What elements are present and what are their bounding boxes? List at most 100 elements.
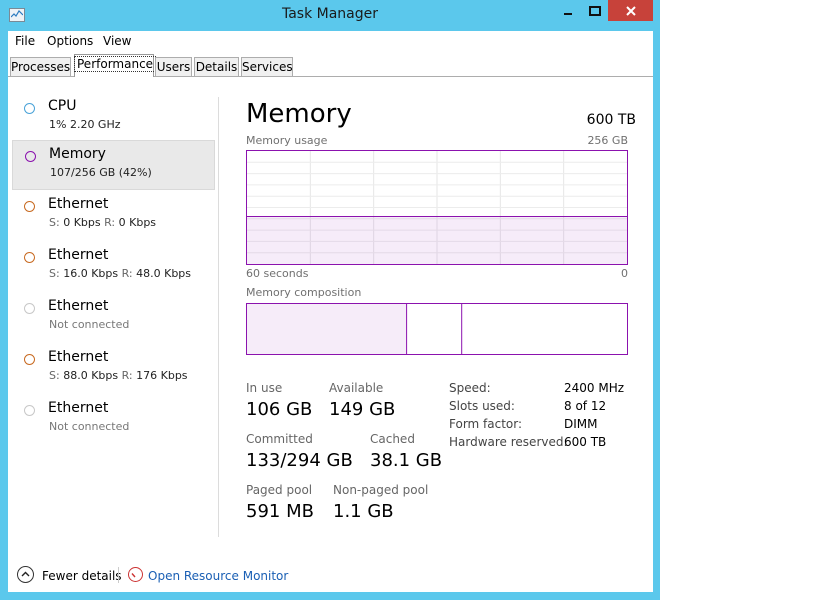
tab-users-label: Users bbox=[156, 60, 191, 74]
tab-strip: Processes Performance Users Details Serv… bbox=[8, 54, 653, 77]
tab-services-label: Services bbox=[242, 60, 293, 74]
task-manager-window: Task Manager File Options View Processes… bbox=[0, 0, 660, 600]
sidebar-item-subtitle: S: 0 Kbps R: 0 Kbps bbox=[49, 216, 156, 229]
committed-label: Committed bbox=[246, 432, 313, 446]
send-value: 16.0 Kbps bbox=[63, 267, 119, 280]
maximize-button[interactable] bbox=[581, 0, 608, 21]
cached-value: 38.1 GB bbox=[370, 450, 443, 471]
footer-separator bbox=[118, 567, 119, 583]
menu-view[interactable]: View bbox=[103, 34, 131, 48]
fewer-details-button[interactable]: Fewer details bbox=[42, 569, 122, 583]
in-use-value: 106 GB bbox=[246, 399, 313, 420]
send-label: S: bbox=[49, 267, 60, 280]
composition-in-use-segment[interactable] bbox=[247, 304, 407, 354]
sidebar-item-memory[interactable]: Memory 107/256 GB (42%) bbox=[12, 140, 215, 190]
sidebar-item-subtitle: S: 88.0 Kbps R: 176 Kbps bbox=[49, 369, 188, 382]
ethernet-graph-icon bbox=[24, 303, 35, 314]
spec-speed-label: Speed: bbox=[449, 381, 491, 395]
receive-label: R: bbox=[121, 267, 133, 280]
sidebar-item-title: Ethernet bbox=[48, 349, 109, 365]
spec-hardware-reserved-label: Hardware reserved: bbox=[449, 435, 568, 449]
send-label: S: bbox=[49, 369, 60, 382]
tab-details[interactable]: Details bbox=[194, 57, 239, 76]
sidebar-item-title: CPU bbox=[48, 98, 77, 114]
sidebar-item-title: Ethernet bbox=[48, 247, 109, 263]
sidebar-divider bbox=[218, 97, 219, 537]
ethernet-graph-icon bbox=[24, 354, 35, 365]
maximize-icon bbox=[588, 5, 601, 16]
window-client-area: File Options View Processes Performance … bbox=[8, 31, 653, 592]
sidebar-item-subtitle: S: 16.0 Kbps R: 48.0 Kbps bbox=[49, 267, 191, 280]
in-use-label: In use bbox=[246, 381, 283, 395]
available-label: Available bbox=[329, 381, 384, 395]
cached-label: Cached bbox=[370, 432, 415, 446]
memory-composition-canvas bbox=[247, 304, 463, 354]
close-icon bbox=[625, 5, 636, 16]
spec-slots-label: Slots used: bbox=[449, 399, 515, 413]
memory-composition-label: Memory composition bbox=[246, 286, 362, 299]
sidebar-item-title: Ethernet bbox=[48, 400, 109, 416]
sidebar-item-ethernet-5[interactable]: Ethernet Not connected bbox=[12, 395, 215, 445]
non-paged-pool-label: Non-paged pool bbox=[333, 483, 429, 497]
tab-details-label: Details bbox=[195, 60, 238, 74]
ethernet-graph-icon bbox=[24, 252, 35, 263]
memory-graph-icon bbox=[25, 151, 36, 162]
performance-page: CPU 1% 2.20 GHz Memory 107/256 GB (42%) … bbox=[8, 77, 653, 592]
sidebar-item-subtitle: 1% 2.20 GHz bbox=[49, 118, 121, 131]
sidebar-item-title: Ethernet bbox=[48, 196, 109, 212]
footer-bar: Fewer details Open Resource Monitor bbox=[8, 558, 653, 592]
tab-services[interactable]: Services bbox=[241, 57, 293, 76]
menu-bar: File Options View bbox=[8, 31, 653, 51]
tab-users[interactable]: Users bbox=[155, 57, 192, 76]
sidebar-item-title: Ethernet bbox=[48, 298, 109, 314]
sidebar-item-ethernet-4[interactable]: Ethernet S: 88.0 Kbps R: 176 Kbps bbox=[12, 344, 215, 394]
tab-processes[interactable]: Processes bbox=[10, 57, 71, 76]
available-value: 149 GB bbox=[329, 399, 396, 420]
committed-value: 133/294 GB bbox=[246, 450, 353, 471]
receive-value: 0 Kbps bbox=[118, 216, 157, 229]
send-value: 0 Kbps bbox=[63, 216, 101, 229]
memory-total: 600 TB bbox=[586, 112, 636, 128]
menu-options[interactable]: Options bbox=[47, 34, 93, 48]
memory-usage-graph-canvas bbox=[247, 151, 627, 264]
open-resource-monitor-link[interactable]: Open Resource Monitor bbox=[148, 569, 288, 583]
receive-value: 48.0 Kbps bbox=[136, 267, 192, 280]
spec-form-factor-label: Form factor: bbox=[449, 417, 523, 431]
sidebar-item-cpu[interactable]: CPU 1% 2.20 GHz bbox=[12, 93, 215, 143]
sidebar-item-ethernet-3[interactable]: Ethernet Not connected bbox=[12, 293, 215, 343]
graph-time-span: 60 seconds bbox=[246, 267, 309, 280]
sidebar-item-subtitle: 107/256 GB (42%) bbox=[50, 166, 152, 179]
sidebar-item-title: Memory bbox=[49, 146, 106, 162]
resource-monitor-icon[interactable] bbox=[128, 567, 143, 582]
paged-pool-value: 591 MB bbox=[246, 501, 314, 522]
memory-usage-graph bbox=[246, 150, 628, 265]
sidebar-item-ethernet-1[interactable]: Ethernet S: 0 Kbps R: 0 Kbps bbox=[12, 191, 215, 241]
title-bar[interactable]: Task Manager bbox=[0, 0, 660, 31]
memory-usage-label: Memory usage bbox=[246, 134, 328, 147]
sidebar-item-subtitle: Not connected bbox=[49, 420, 130, 433]
sidebar-item-ethernet-2[interactable]: Ethernet S: 16.0 Kbps R: 48.0 Kbps bbox=[12, 242, 215, 292]
ethernet-graph-icon bbox=[24, 201, 35, 212]
page-title: Memory bbox=[246, 99, 352, 129]
receive-value: 176 Kbps bbox=[136, 369, 188, 382]
memory-composition-bar[interactable] bbox=[246, 303, 628, 355]
graph-time-end: 0 bbox=[621, 267, 628, 280]
tab-processes-label: Processes bbox=[11, 60, 71, 74]
tab-performance[interactable]: Performance bbox=[73, 54, 157, 77]
cpu-graph-icon bbox=[24, 103, 35, 114]
spec-speed-value: 2400 MHz bbox=[564, 381, 625, 395]
spec-form-factor-value: DIMM bbox=[564, 417, 598, 431]
memory-usage-area bbox=[247, 216, 627, 264]
menu-file[interactable]: File bbox=[15, 34, 35, 48]
paged-pool-label: Paged pool bbox=[246, 483, 313, 497]
receive-label: R: bbox=[121, 369, 133, 382]
minimize-icon bbox=[563, 12, 572, 15]
chevron-up-icon[interactable] bbox=[17, 566, 34, 583]
memory-usage-max: 256 GB bbox=[587, 134, 628, 147]
spec-hardware-reserved-value: 600 TB bbox=[564, 435, 607, 449]
spec-slots-value: 8 of 12 bbox=[564, 399, 607, 413]
ethernet-graph-icon bbox=[24, 405, 35, 416]
close-button[interactable] bbox=[608, 0, 653, 21]
memory-detail-panel: Memory 600 TB Memory usage 256 GB 60 sec… bbox=[246, 77, 636, 577]
minimize-button[interactable] bbox=[554, 0, 581, 21]
